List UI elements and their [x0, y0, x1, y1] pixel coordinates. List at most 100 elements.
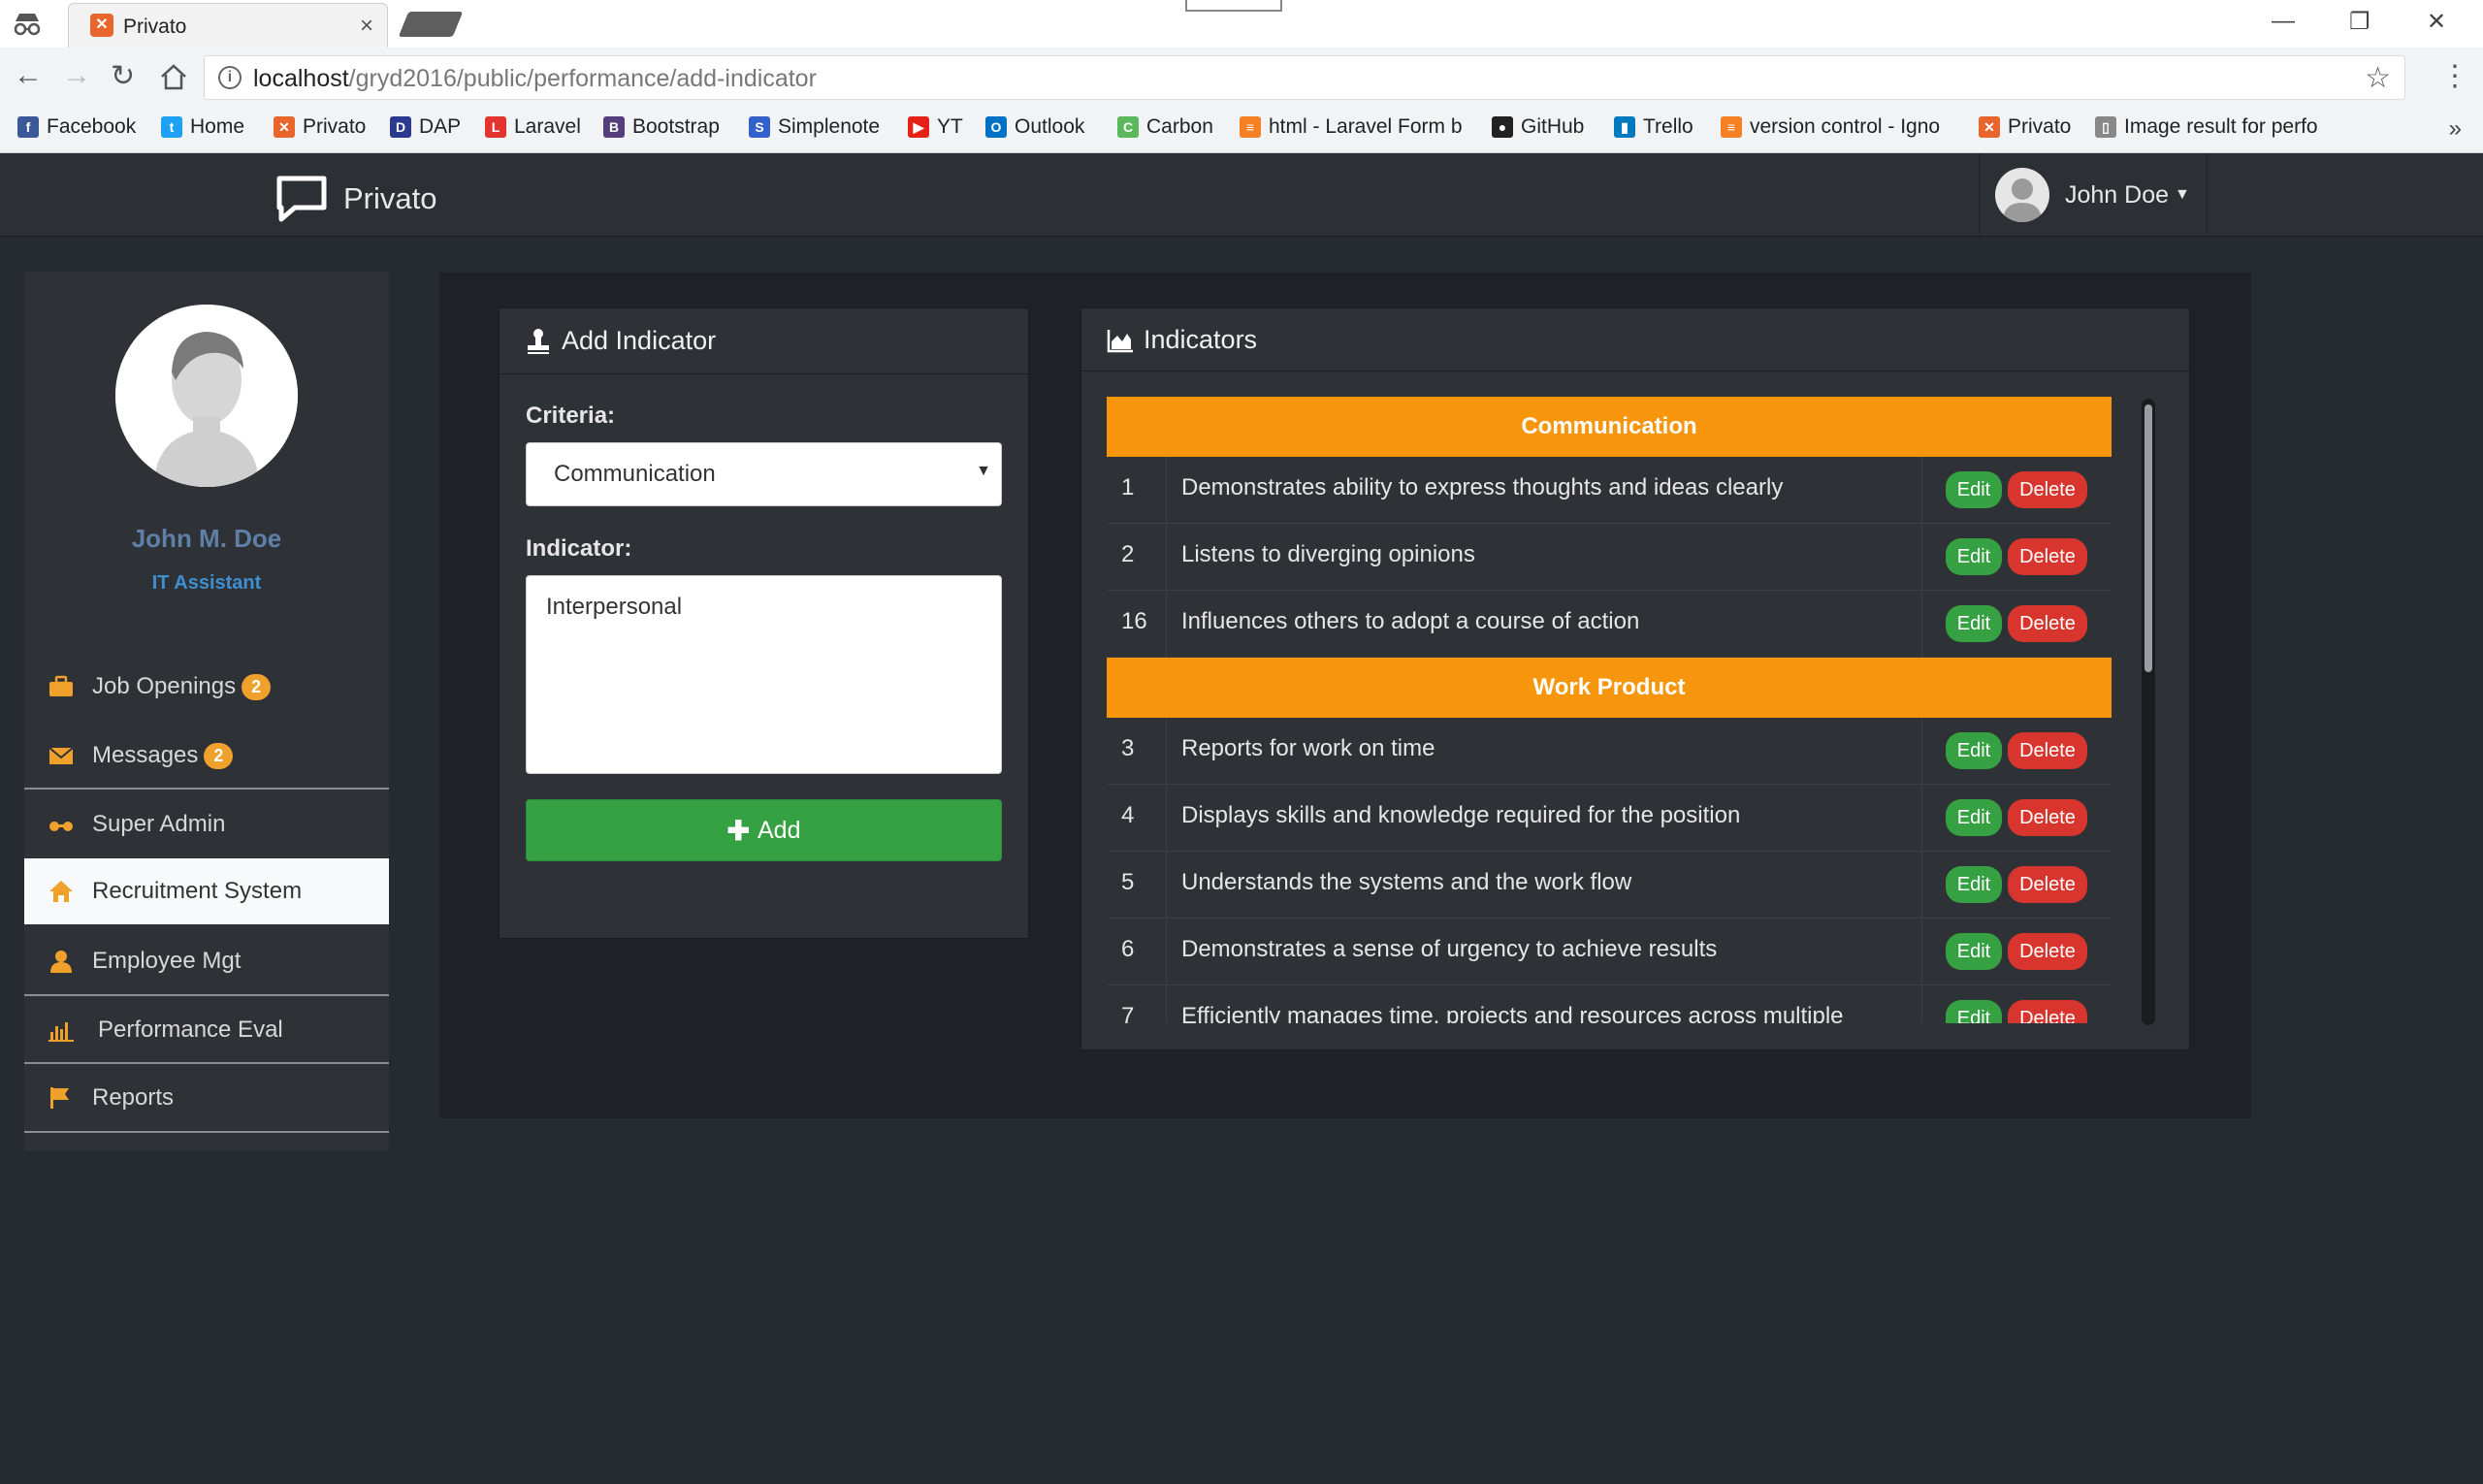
bookmark-label: DAP: [419, 115, 462, 138]
bookmark-label: Privato: [303, 115, 367, 138]
bookmark-item[interactable]: B Bootstrap: [603, 115, 720, 139]
delete-button[interactable]: Delete: [2008, 1000, 2087, 1023]
sidebar-item-messages[interactable]: Messages 2: [24, 723, 389, 789]
home-browser-icon[interactable]: [159, 63, 188, 90]
profile-name[interactable]: John M. Doe: [24, 524, 389, 554]
bookmark-label: YT: [937, 115, 963, 138]
bookmark-label: Laravel: [514, 115, 581, 138]
edit-button[interactable]: Edit: [1946, 732, 2002, 769]
bookmark-label: Facebook: [47, 115, 137, 138]
table-row: 3 Reports for work on time Edit Delete: [1107, 718, 2112, 785]
xampp-icon: ✕: [1979, 116, 2000, 138]
restore-icon[interactable]: ❐: [2349, 8, 2370, 36]
bookmark-item[interactable]: ● GitHub: [1492, 115, 1584, 139]
table-row: 4 Displays skills and knowledge required …: [1107, 785, 2112, 852]
delete-button[interactable]: Delete: [2008, 799, 2087, 836]
sidebar-item-job-openings[interactable]: Job Openings 2: [24, 654, 389, 720]
bookmark-label: Home: [190, 115, 245, 138]
table-row: 6 Demonstrates a sense of urgency to achi…: [1107, 919, 2112, 985]
bookmark-item[interactable]: ✕ Privato: [1979, 115, 2071, 139]
bookmark-item[interactable]: S Simplenote: [749, 115, 880, 139]
user-icon: [50, 951, 72, 973]
sidebar-item-recruitment-system[interactable]: Recruitment System: [24, 858, 389, 924]
bookmark-label: Carbon: [1146, 115, 1213, 138]
address-bar[interactable]: i localhost/gryd2016/public/performance/…: [204, 55, 2405, 100]
sidebar-item-super-admin[interactable]: Super Admin: [24, 791, 389, 857]
sidebar-divider: [24, 1062, 389, 1064]
edit-button[interactable]: Edit: [1946, 799, 2002, 836]
profile-role[interactable]: IT Assistant: [24, 572, 389, 595]
indicator-text: Displays skills and knowledge required f…: [1181, 802, 1741, 828]
sidebar-item-reports[interactable]: Reports: [24, 1065, 389, 1131]
flag-icon: [50, 1087, 69, 1109]
edit-button[interactable]: Edit: [1946, 471, 2002, 508]
trello-icon: ▮: [1614, 116, 1635, 138]
bookmark-item[interactable]: O Outlook: [985, 115, 1084, 139]
forward-icon[interactable]: →: [62, 59, 91, 92]
tab-close-button[interactable]: ×: [360, 13, 373, 40]
edit-button[interactable]: Edit: [1946, 933, 2002, 970]
close-window-icon[interactable]: ✕: [2427, 8, 2446, 36]
back-icon[interactable]: ←: [14, 59, 43, 92]
site-info-icon[interactable]: i: [218, 66, 242, 89]
bookmark-item[interactable]: D DAP: [390, 115, 461, 139]
bookmark-item[interactable]: C Carbon: [1117, 115, 1213, 139]
bookmark-star-icon[interactable]: ☆: [2365, 61, 2391, 95]
delete-button[interactable]: Delete: [2008, 732, 2087, 769]
reload-icon[interactable]: ↻: [111, 59, 135, 93]
delete-button[interactable]: Delete: [2008, 605, 2087, 642]
url-text[interactable]: localhost/gryd2016/public/performance/ad…: [253, 65, 817, 93]
row-actions: Edit Delete: [1921, 591, 2112, 657]
row-actions: Edit Delete: [1921, 785, 2112, 851]
indicators-table[interactable]: Communication 1 Demonstrates ability to ex…: [1107, 397, 2112, 1023]
delete-button[interactable]: Delete: [2008, 866, 2087, 903]
edit-button[interactable]: Edit: [1946, 1000, 2002, 1023]
bookmark-item[interactable]: ✕ Privato: [274, 115, 366, 139]
new-tab-button[interactable]: [398, 12, 464, 37]
bookmark-item[interactable]: ▯ Image result for perfo: [2095, 115, 2318, 139]
sidebar-item-performance-eval[interactable]: Performance Eval: [24, 997, 389, 1063]
stamp-icon: [528, 328, 549, 354]
caret-down-icon: ▼: [976, 463, 991, 479]
criteria-select[interactable]: Communication ▼: [526, 442, 1002, 506]
sidebar-divider: [24, 788, 389, 790]
bookmark-item[interactable]: f Facebook: [17, 115, 136, 139]
edit-button[interactable]: Edit: [1946, 605, 2002, 642]
delete-button[interactable]: Delete: [2008, 471, 2087, 508]
bookmark-label: html - Laravel Form b: [1269, 115, 1463, 138]
brand-link[interactable]: Privato: [275, 175, 436, 223]
bookmark-label: Simplenote: [778, 115, 881, 138]
delete-button[interactable]: Delete: [2008, 933, 2087, 970]
panel-heading: Indicators: [1081, 308, 2189, 371]
bookmark-item[interactable]: ▶ YT: [908, 115, 963, 139]
bookmark-item[interactable]: L Laravel: [485, 115, 581, 139]
table-row: 16 Influences others to adopt a course of…: [1107, 591, 2112, 658]
bookmark-item[interactable]: ≡ html - Laravel Form b: [1240, 115, 1463, 139]
bookmarks-overflow-button[interactable]: »: [2449, 115, 2462, 143]
bookmark-item[interactable]: ≡ version control - Igno: [1721, 115, 1940, 139]
indicator-textarea[interactable]: Interpersonal: [526, 575, 1002, 774]
minimize-icon[interactable]: —: [2272, 8, 2295, 35]
bookmark-item[interactable]: ▮ Trello: [1614, 115, 1693, 139]
sidebar-item-employee-mgt[interactable]: Employee Mgt: [24, 928, 389, 994]
scrollbar-thumb[interactable]: [2144, 404, 2152, 672]
laravel-icon: L: [485, 116, 506, 138]
delete-button[interactable]: Delete: [2008, 538, 2087, 575]
edit-button[interactable]: Edit: [1946, 538, 2002, 575]
facebook-icon: f: [17, 116, 39, 138]
indicator-value: Interpersonal: [546, 594, 683, 620]
edit-button[interactable]: Edit: [1946, 866, 2002, 903]
indicators-scrollbar[interactable]: [2142, 399, 2155, 1025]
xampp-icon: ✕: [274, 116, 295, 138]
outlook-icon: O: [985, 116, 1007, 138]
brand-name: Privato: [343, 181, 437, 215]
browser-tab[interactable]: ✕ Privato ×: [68, 3, 388, 48]
browser-menu-icon[interactable]: ⋮: [2440, 59, 2469, 93]
bookmark-item[interactable]: t Home: [161, 115, 244, 139]
bookmark-label: Image result for perfo: [2124, 115, 2318, 138]
row-number: 16: [1107, 591, 1167, 657]
add-button[interactable]: ✚ Add: [526, 799, 1002, 861]
user-dropdown[interactable]: John Doe ▼: [1979, 153, 2208, 237]
row-number: 3: [1107, 718, 1167, 784]
bookmark-label: GitHub: [1521, 115, 1585, 138]
